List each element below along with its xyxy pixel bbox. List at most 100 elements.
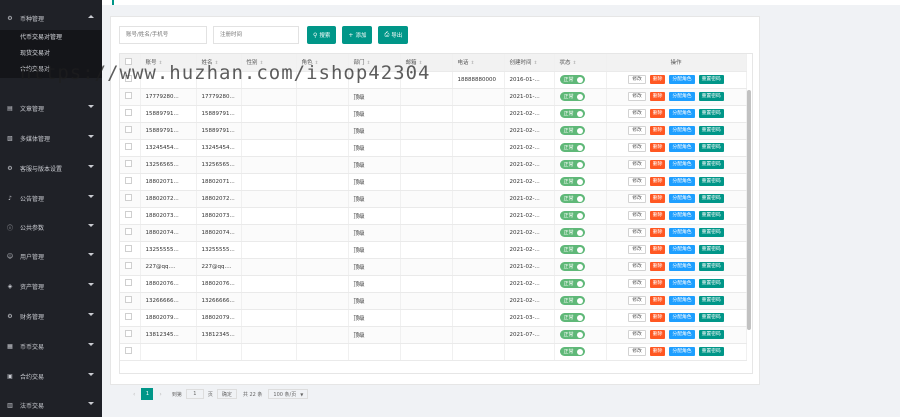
edit-button[interactable]: 修改 bbox=[628, 109, 646, 118]
sidebar-item-5[interactable]: ⓘ 公共参数 bbox=[0, 213, 102, 241]
reset-password-button[interactable]: 重置密码 bbox=[698, 126, 724, 135]
goto-confirm-button[interactable]: 确定 bbox=[216, 389, 237, 399]
delete-button[interactable]: 删除 bbox=[649, 194, 666, 203]
edit-button[interactable]: 修改 bbox=[628, 262, 646, 271]
reset-password-button[interactable]: 重置密码 bbox=[698, 160, 724, 169]
assign-role-button[interactable]: 分配角色 bbox=[669, 245, 695, 254]
status-toggle[interactable]: 正常 bbox=[559, 279, 585, 288]
sidebar-item-4[interactable]: ♪ 公告管理 bbox=[0, 184, 102, 212]
reset-password-button[interactable]: 重置密码 bbox=[698, 330, 724, 339]
sidebar-item-0[interactable]: ⚙ 币种管理 bbox=[0, 4, 102, 32]
status-toggle[interactable]: 正常 bbox=[559, 262, 585, 271]
export-button[interactable]: ⎙ 导出 bbox=[378, 26, 409, 44]
submenu-item-2[interactable]: 合约交易对 bbox=[0, 62, 102, 78]
reset-password-button[interactable]: 重置密码 bbox=[698, 109, 724, 118]
sidebar-item-3[interactable]: ⚙ 客服与版本设置 bbox=[0, 154, 102, 182]
row-checkbox[interactable] bbox=[125, 313, 132, 320]
add-button[interactable]: + 添加 bbox=[342, 26, 373, 44]
sort-icon[interactable]: ⇕ bbox=[573, 61, 577, 66]
reset-password-button[interactable]: 重置密码 bbox=[698, 143, 724, 152]
assign-role-button[interactable]: 分配角色 bbox=[669, 330, 695, 339]
status-toggle[interactable]: 正常 bbox=[559, 177, 585, 186]
row-checkbox[interactable] bbox=[125, 211, 132, 218]
status-toggle[interactable]: 正常 bbox=[559, 92, 585, 101]
edit-button[interactable]: 修改 bbox=[628, 143, 646, 152]
row-checkbox[interactable] bbox=[125, 143, 132, 150]
page-current[interactable]: 1 bbox=[141, 388, 154, 400]
row-checkbox[interactable] bbox=[125, 262, 132, 269]
edit-button[interactable]: 修改 bbox=[628, 313, 646, 322]
column-header-7[interactable]: 创建时间 ⇕ bbox=[504, 54, 555, 72]
row-checkbox[interactable] bbox=[125, 228, 132, 235]
edit-button[interactable]: 修改 bbox=[628, 92, 646, 101]
status-toggle[interactable]: 正常 bbox=[559, 194, 585, 203]
delete-button[interactable]: 删除 bbox=[649, 92, 666, 101]
reset-password-button[interactable]: 重置密码 bbox=[698, 228, 724, 237]
sort-icon[interactable]: ⇕ bbox=[534, 61, 538, 66]
delete-button[interactable]: 删除 bbox=[649, 262, 666, 271]
delete-button[interactable]: 删除 bbox=[649, 211, 666, 220]
reset-password-button[interactable]: 重置密码 bbox=[698, 279, 724, 288]
prev-page-icon[interactable]: ‹ bbox=[133, 391, 135, 398]
assign-role-button[interactable]: 分配角色 bbox=[669, 262, 695, 271]
status-toggle[interactable]: 正常 bbox=[559, 143, 585, 152]
page-input[interactable]: 1 bbox=[185, 389, 204, 399]
edit-button[interactable]: 修改 bbox=[628, 245, 646, 254]
sidebar-item-8[interactable]: ⚙ 财务管理 bbox=[0, 302, 102, 330]
row-checkbox[interactable] bbox=[125, 194, 132, 201]
column-header-8[interactable]: 状态 ⇕ bbox=[554, 54, 607, 72]
sidebar-item-6[interactable]: ☺ 用户管理 bbox=[0, 242, 102, 270]
assign-role-button[interactable]: 分配角色 bbox=[669, 211, 695, 220]
delete-button[interactable]: 删除 bbox=[649, 347, 666, 356]
status-toggle[interactable]: 正常 bbox=[559, 126, 585, 135]
column-header-0[interactable]: 账号 ⇕ bbox=[140, 54, 197, 72]
edit-button[interactable]: 修改 bbox=[628, 211, 646, 220]
column-header-4[interactable]: 部门 ⇕ bbox=[348, 54, 401, 72]
reset-password-button[interactable]: 重置密码 bbox=[698, 211, 724, 220]
delete-button[interactable]: 删除 bbox=[649, 330, 666, 339]
row-checkbox[interactable] bbox=[125, 279, 132, 286]
search-button[interactable]: ⚲ 搜索 bbox=[307, 26, 337, 44]
delete-button[interactable]: 删除 bbox=[649, 75, 666, 84]
status-toggle[interactable]: 正常 bbox=[559, 313, 585, 322]
edit-button[interactable]: 修改 bbox=[628, 177, 646, 186]
edit-button[interactable]: 修改 bbox=[628, 347, 646, 356]
assign-role-button[interactable]: 分配角色 bbox=[669, 126, 695, 135]
row-checkbox[interactable] bbox=[125, 330, 132, 337]
edit-button[interactable]: 修改 bbox=[628, 160, 646, 169]
row-checkbox[interactable] bbox=[125, 109, 132, 116]
status-toggle[interactable]: 正常 bbox=[559, 211, 585, 220]
delete-button[interactable]: 删除 bbox=[649, 177, 666, 186]
edit-button[interactable]: 修改 bbox=[628, 296, 646, 305]
sidebar-item-9[interactable]: ▦ 币币交易 bbox=[0, 332, 102, 360]
row-checkbox[interactable] bbox=[125, 245, 132, 252]
assign-role-button[interactable]: 分配角色 bbox=[669, 143, 695, 152]
row-checkbox[interactable] bbox=[125, 75, 132, 82]
row-checkbox[interactable] bbox=[125, 160, 132, 167]
row-checkbox[interactable] bbox=[125, 177, 132, 184]
sort-icon[interactable]: ⇕ bbox=[471, 61, 475, 66]
submenu-item-0[interactable]: 代币交易对管理 bbox=[0, 30, 102, 46]
assign-role-button[interactable]: 分配角色 bbox=[669, 347, 695, 356]
column-header-2[interactable]: 性别 ⇕ bbox=[241, 54, 297, 72]
sort-icon[interactable]: ⇕ bbox=[260, 61, 264, 66]
assign-role-button[interactable]: 分配角色 bbox=[669, 296, 695, 305]
assign-role-button[interactable]: 分配角色 bbox=[669, 194, 695, 203]
reset-password-button[interactable]: 重置密码 bbox=[698, 313, 724, 322]
date-input[interactable] bbox=[213, 26, 299, 44]
status-toggle[interactable]: 正常 bbox=[559, 330, 585, 339]
reset-password-button[interactable]: 重置密码 bbox=[698, 262, 724, 271]
assign-role-button[interactable]: 分配角色 bbox=[669, 75, 695, 84]
delete-button[interactable]: 删除 bbox=[649, 160, 666, 169]
status-toggle[interactable]: 正常 bbox=[559, 347, 585, 356]
sort-icon[interactable]: ⇕ bbox=[159, 61, 163, 66]
table-scrollbar[interactable] bbox=[747, 90, 751, 330]
reset-password-button[interactable]: 重置密码 bbox=[698, 92, 724, 101]
sort-icon[interactable]: ⇕ bbox=[315, 61, 319, 66]
delete-button[interactable]: 删除 bbox=[649, 228, 666, 237]
reset-password-button[interactable]: 重置密码 bbox=[698, 245, 724, 254]
reset-password-button[interactable]: 重置密码 bbox=[698, 75, 724, 84]
page-size-select[interactable]: 100 条/页 ▼ bbox=[268, 389, 309, 399]
delete-button[interactable]: 删除 bbox=[649, 296, 666, 305]
sidebar-item-10[interactable]: ▣ 合约交易 bbox=[0, 362, 102, 390]
